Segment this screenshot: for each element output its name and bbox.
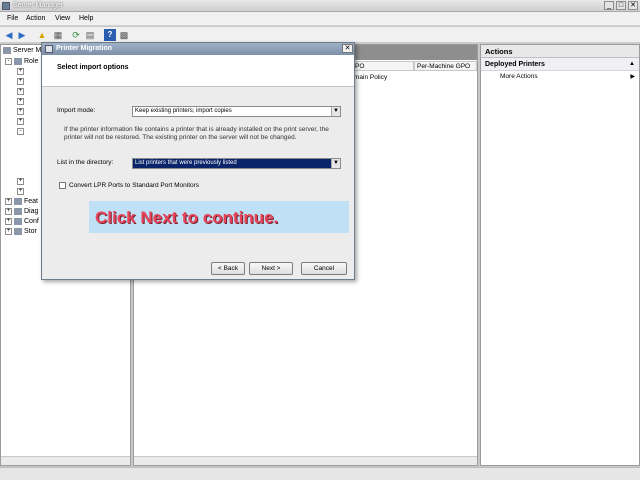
tree-item-configuration[interactable]: + Conf <box>5 217 39 227</box>
server-manager-icon <box>2 2 10 10</box>
storage-icon <box>14 227 22 235</box>
tree-item-role-2[interactable]: + <box>17 77 26 87</box>
printer-migration-icon <box>45 45 53 53</box>
show-hide-tree-icon[interactable]: ▦ <box>52 29 64 41</box>
convert-lpr-label[interactable]: Convert LPR Ports to Standard Port Monit… <box>69 182 199 189</box>
expand-icon[interactable]: + <box>17 117 24 125</box>
tree-item-role-8[interactable]: + <box>17 187 26 197</box>
close-button[interactable]: ✕ <box>628 1 638 10</box>
diagnostics-icon <box>14 207 22 215</box>
import-mode-label: Import mode: <box>57 107 96 114</box>
expand-icon[interactable]: + <box>17 87 24 95</box>
collapse-arrow-icon[interactable]: ▲ <box>629 58 635 71</box>
tree-item-role-4[interactable]: + <box>17 97 26 107</box>
menu-bar: File Action View Help <box>0 12 640 26</box>
properties-icon[interactable]: ▩ <box>118 29 130 41</box>
tutorial-callout: Click Next to continue. <box>89 201 349 233</box>
tree-item-features[interactable]: + Feat <box>5 197 38 207</box>
server-icon <box>3 46 11 54</box>
policy-cell: main Policy <box>354 74 388 81</box>
collapse-icon[interactable]: - <box>17 127 24 135</box>
back-button[interactable]: < Back <box>211 262 245 275</box>
menu-view[interactable]: View <box>55 15 70 22</box>
column-header-per-machine-gpo[interactable]: Per-Machine GPO <box>414 61 477 71</box>
column-header-gpo[interactable]: PO <box>352 61 414 71</box>
refresh-icon[interactable]: ⟳ <box>70 29 82 41</box>
tree-item-role-5[interactable]: + <box>17 107 26 117</box>
chevron-down-icon[interactable]: ▼ <box>331 107 340 116</box>
expand-icon[interactable]: + <box>5 217 12 225</box>
minimize-button[interactable]: _ <box>604 1 614 10</box>
dialog-heading: Select import options <box>57 64 129 71</box>
window-titlebar: Server Manager _ □ ✕ <box>0 0 640 12</box>
up-folder-icon[interactable]: ▲ <box>36 29 48 41</box>
expand-icon[interactable]: + <box>17 97 24 105</box>
back-arrow-icon[interactable]: ◀ <box>3 29 15 41</box>
expand-icon[interactable]: + <box>17 67 24 75</box>
tree-item-print-services[interactable]: - <box>17 127 26 137</box>
tree-item-role-7[interactable]: + <box>17 177 26 187</box>
window-title: Server Manager <box>13 2 64 9</box>
next-button[interactable]: Next > <box>249 262 293 275</box>
list-in-directory-label: List in the directory: <box>57 159 114 166</box>
callout-text: Click Next to continue. <box>95 208 279 227</box>
tree-item-role-6[interactable]: + <box>17 117 26 127</box>
expand-icon[interactable]: + <box>17 187 24 195</box>
tree-item-storage[interactable]: + Stor <box>5 227 37 237</box>
dialog-close-button[interactable]: ✕ <box>342 44 353 53</box>
actions-section-deployed-printers[interactable]: Deployed Printers ▲ <box>481 58 639 71</box>
import-mode-info-text: If the printer information file contains… <box>64 126 329 141</box>
tree-item-server-manager[interactable]: Server M <box>3 46 41 56</box>
convert-lpr-checkbox[interactable] <box>59 182 66 189</box>
dialog-title: Printer Migration <box>56 45 113 52</box>
forward-arrow-icon[interactable]: ▶ <box>16 29 28 41</box>
printer-migration-dialog: Printer Migration ✕ Select import option… <box>41 42 355 280</box>
menu-action[interactable]: Action <box>26 15 45 22</box>
help-icon[interactable]: ? <box>104 29 116 41</box>
collapse-icon[interactable]: - <box>5 57 12 65</box>
features-icon <box>14 197 22 205</box>
tree-item-diagnostics[interactable]: + Diag <box>5 207 38 217</box>
cancel-button[interactable]: Cancel <box>301 262 347 275</box>
more-actions-item[interactable]: More Actions ▶ <box>481 71 639 83</box>
tree-horizontal-scrollbar[interactable] <box>1 456 130 465</box>
maximize-button[interactable]: □ <box>616 1 626 10</box>
expand-icon[interactable]: + <box>17 107 24 115</box>
expand-icon[interactable]: + <box>17 177 24 185</box>
actions-header: Actions <box>481 45 639 58</box>
expand-icon[interactable]: + <box>5 207 12 215</box>
status-bar <box>0 467 640 480</box>
configuration-icon <box>14 217 22 225</box>
menu-file[interactable]: File <box>7 15 18 22</box>
chevron-down-icon[interactable]: ▼ <box>331 159 340 168</box>
expand-icon[interactable]: + <box>5 197 12 205</box>
dialog-header: Select import options <box>42 55 354 87</box>
tree-item-roles[interactable]: - Role <box>5 57 38 67</box>
actions-pane: Actions Deployed Printers ▲ More Actions… <box>480 44 640 466</box>
expand-icon[interactable]: + <box>5 227 12 235</box>
toolbar: ◀ ▶ ▲ ▦ ⟳ ▤ ? ▩ <box>0 27 640 43</box>
export-list-icon[interactable]: ▤ <box>84 29 96 41</box>
menu-help[interactable]: Help <box>79 15 93 22</box>
import-mode-select[interactable]: Keep existing printers; import copies ▼ <box>132 106 341 117</box>
tree-item-role-1[interactable]: + <box>17 67 26 77</box>
center-horizontal-scrollbar[interactable] <box>134 456 477 465</box>
roles-icon <box>14 57 22 65</box>
dialog-titlebar: Printer Migration ✕ <box>42 43 354 55</box>
expand-icon[interactable]: + <box>17 77 24 85</box>
list-in-directory-select[interactable]: List printers that were previously liste… <box>132 158 341 169</box>
submenu-arrow-icon: ▶ <box>630 74 635 80</box>
tree-item-role-3[interactable]: + <box>17 87 26 97</box>
